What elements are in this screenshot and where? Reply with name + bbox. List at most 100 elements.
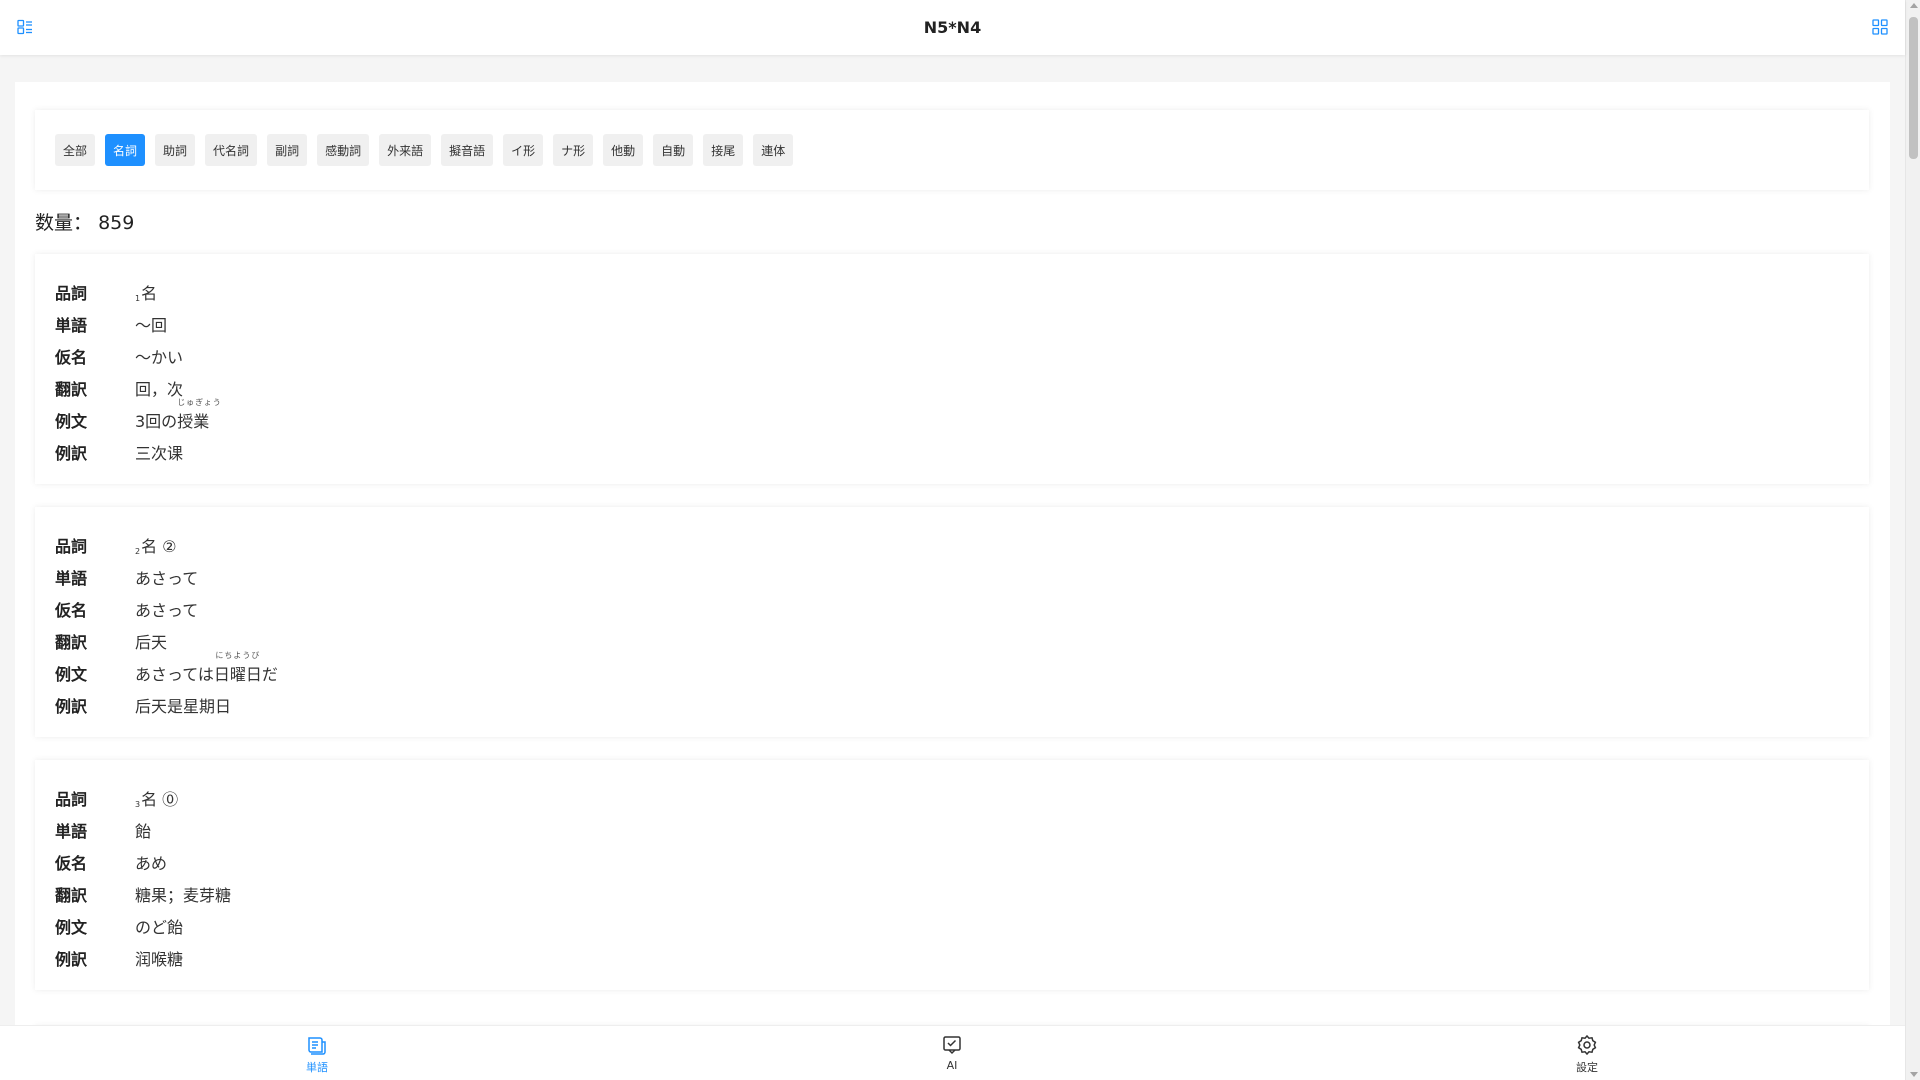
kana-row: 仮名 あめ (35, 846, 1869, 878)
nav-label: AI (946, 1059, 958, 1072)
field-label: 仮名 (55, 348, 88, 367)
field-label: 翻訳 (55, 633, 88, 652)
kana-value: あめ (135, 854, 168, 873)
kana-value: 〜かい (135, 348, 184, 367)
field-label: 品詞 (55, 537, 88, 556)
example-translation-value: 后天是星期日 (135, 697, 232, 716)
field-label: 例文 (55, 665, 88, 684)
nav-label: 設定 (1576, 1061, 1598, 1074)
nav-tab-ai[interactable]: AI (922, 1034, 982, 1072)
filter-chip-onomatopoeia[interactable]: 擬音語 (441, 134, 494, 166)
grid-view-icon[interactable] (1871, 18, 1889, 36)
translation-value: 后天 (135, 633, 168, 652)
pos-row: 品詞 3名 ⓪ (35, 782, 1869, 814)
card-index: 2 (135, 547, 141, 556)
furigana: じゅぎょう (177, 398, 222, 407)
example-translation-value: 润喉糖 (135, 950, 184, 969)
list-menu-icon[interactable] (16, 18, 34, 36)
ruby-word: じゅぎょう 授業 (177, 398, 221, 432)
count-label: 数量： (35, 212, 93, 234)
filter-chip-adnominal[interactable]: 連体 (753, 134, 794, 166)
pos-row: 品詞 2名 ② (35, 529, 1869, 561)
field-label: 品詞 (55, 790, 88, 809)
example-row: 例文 あさっては にちようび日曜日だ (35, 651, 1869, 689)
field-label: 翻訳 (55, 886, 88, 905)
filter-chip-adverb[interactable]: 副詞 (267, 134, 308, 166)
scrollbar-thumb[interactable] (1909, 17, 1918, 159)
example-text: 3回の (135, 412, 178, 431)
field-label: 翻訳 (55, 380, 88, 399)
translation-value: 回，次 (135, 380, 184, 399)
translation-row: 翻訳 后天 (35, 625, 1869, 657)
field-label: 品詞 (55, 284, 88, 303)
example-row: 例文 のど飴 (35, 910, 1869, 942)
filter-chip-intransitive[interactable]: 自動 (653, 134, 694, 166)
vertical-scrollbar[interactable] (1905, 0, 1920, 1080)
word-book-icon (306, 1034, 328, 1056)
bottom-navigation: 単語 AI 設定 (0, 1025, 1905, 1080)
filter-chip-all[interactable]: 全部 (55, 134, 96, 166)
example-translation-row: 例訳 润喉糖 (35, 942, 1869, 974)
part-of-speech-filter: 全部 名詞 助詞 代名詞 副詞 感動詞 外来語 擬音語 イ形 ナ形 他動 自動 … (35, 110, 1869, 190)
filter-chip-pronoun[interactable]: 代名詞 (205, 134, 258, 166)
count-value: 859 (98, 212, 135, 234)
filter-chip-interjection[interactable]: 感動詞 (317, 134, 370, 166)
field-label: 仮名 (55, 601, 88, 620)
kana-row: 仮名 あさって (35, 593, 1869, 625)
furigana: にちようび (215, 651, 261, 660)
pos-value: 名 (141, 284, 158, 303)
field-label: 例文 (55, 918, 88, 937)
example-text: あさっては (135, 665, 214, 684)
filter-chip-transitive[interactable]: 他動 (603, 134, 644, 166)
ruby-word: にちようび 日曜日 (213, 651, 262, 685)
example-translation-row: 例訳 三次课 (35, 436, 1869, 468)
scroll-down-icon[interactable] (1910, 1072, 1918, 1077)
field-label: 例訳 (55, 697, 88, 716)
word-count: 数量： 859 (35, 208, 134, 235)
word-value: 〜回 (135, 316, 168, 335)
filter-chip-noun[interactable]: 名詞 (105, 134, 146, 166)
word-card[interactable]: 品詞 2名 ② 単語 あさって 仮名 あさって 翻訳 后天 例文 あさっては にち… (35, 507, 1869, 737)
field-label: 単語 (55, 316, 88, 335)
filter-chip-na-adjective[interactable]: ナ形 (553, 134, 594, 166)
top-bar: N5*N4 (0, 0, 1905, 55)
pos-value: 名 ⓪ (141, 790, 179, 809)
word-row: 単語 〜回 (35, 308, 1869, 340)
field-label: 単語 (55, 569, 88, 588)
ruby-base: 授業 (177, 412, 210, 431)
word-card[interactable]: 品詞 3名 ⓪ 単語 飴 仮名 あめ 翻訳 糖果；麦芽糖 例文 のど飴 例訳 润… (35, 760, 1869, 990)
pos-row: 品詞 1名 (35, 276, 1869, 308)
field-label: 例訳 (55, 950, 88, 969)
field-label: 例訳 (55, 444, 88, 463)
pos-value: 名 ② (141, 537, 177, 556)
translation-value: 糖果；麦芽糖 (135, 886, 232, 905)
main-content: 全部 名詞 助詞 代名詞 副詞 感動詞 外来語 擬音語 イ形 ナ形 他動 自動 … (15, 82, 1890, 1080)
nav-tab-words[interactable]: 単語 (287, 1034, 347, 1075)
translation-row: 翻訳 糖果；麦芽糖 (35, 878, 1869, 910)
kana-row: 仮名 〜かい (35, 340, 1869, 372)
filter-chip-loanword[interactable]: 外来語 (379, 134, 432, 166)
example-text: のど飴 (135, 918, 184, 937)
filter-chip-suffix[interactable]: 接尾 (703, 134, 744, 166)
nav-tab-settings[interactable]: 設定 (1557, 1034, 1617, 1075)
example-row: 例文 3回の じゅぎょう 授業 (35, 398, 1869, 436)
nav-label: 単語 (306, 1061, 328, 1074)
word-card[interactable]: 品詞 1名 単語 〜回 仮名 〜かい 翻訳 回，次 例文 3回の じゅぎょう 授業 … (35, 254, 1869, 484)
page-title: N5*N4 (923, 18, 982, 37)
field-label: 例文 (55, 412, 88, 431)
field-label: 単語 (55, 822, 88, 841)
example-value: あさっては にちようび日曜日だ (135, 651, 278, 685)
settings-gear-icon (1576, 1034, 1598, 1056)
translation-row: 翻訳 回，次 (35, 372, 1869, 404)
scroll-up-icon[interactable] (1910, 3, 1918, 8)
example-text-tail: だ (261, 665, 278, 684)
filter-chip-particle[interactable]: 助詞 (155, 134, 196, 166)
ruby-base: 日曜日 (213, 665, 262, 684)
example-translation-row: 例訳 后天是星期日 (35, 689, 1869, 721)
filter-chip-i-adjective[interactable]: イ形 (503, 134, 544, 166)
card-index: 1 (135, 294, 141, 303)
word-value: 飴 (135, 822, 152, 841)
card-index: 3 (135, 800, 141, 809)
word-value: あさって (135, 569, 199, 588)
field-label: 仮名 (55, 854, 88, 873)
